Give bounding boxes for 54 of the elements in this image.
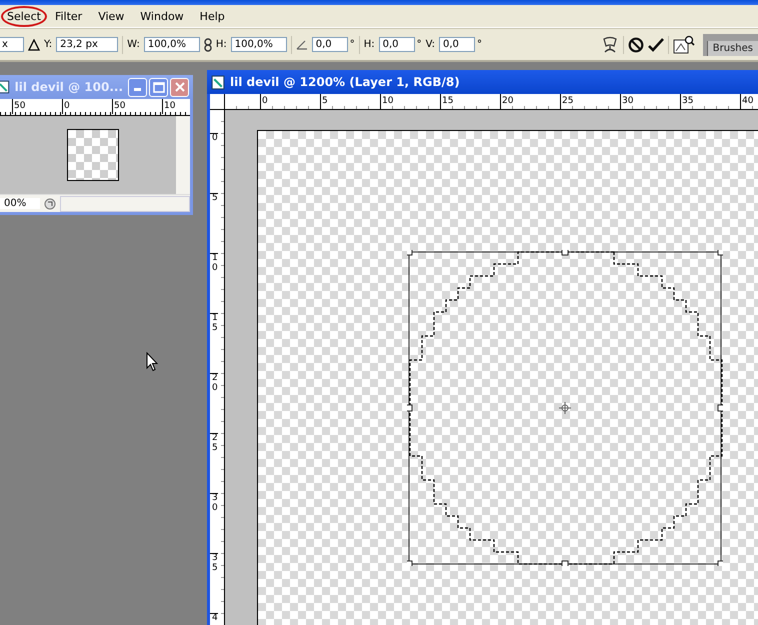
palette-tab[interactable]: Brushes — [706, 40, 758, 56]
document-icon — [0, 80, 10, 94]
close-icon — [174, 82, 184, 92]
ruler-label: 25 — [560, 94, 574, 109]
ruler-label: 15 — [440, 94, 454, 109]
checkmark-icon[interactable] — [648, 38, 664, 52]
y-field[interactable]: 23,2 px — [56, 37, 118, 52]
horizontal-skew-field[interactable]: 0,0 — [378, 37, 415, 52]
ruler-label: 50 — [112, 99, 126, 114]
ruler-label: 35 — [680, 94, 694, 109]
ruler-label: 30 — [620, 94, 634, 109]
width-field[interactable]: 100,0% — [144, 37, 200, 52]
width-label: W: — [127, 39, 140, 50]
menu-item[interactable]: View — [90, 6, 132, 26]
link-icon[interactable] — [204, 38, 212, 52]
angle-icon — [296, 40, 308, 50]
ruler-label: 50 — [12, 99, 26, 114]
y-label: Y: — [44, 39, 52, 50]
status-menu-icon[interactable] — [42, 196, 58, 210]
document-icon — [211, 74, 225, 90]
height-field[interactable]: 100,0% — [230, 37, 287, 52]
degree-symbol: ° — [416, 39, 422, 50]
reference-point-icon[interactable] — [28, 38, 40, 50]
window-title: lil devil @ 100... — [14, 80, 123, 94]
selection-transform-drawing[interactable] — [407, 250, 723, 566]
rotation-field[interactable]: 0,0 — [312, 37, 348, 52]
palette-browser-icon[interactable] — [672, 34, 695, 54]
menu-item[interactable]: Window — [132, 6, 192, 26]
window-title: lil devil @ 1200% (Layer 1, RGB/8) — [230, 75, 460, 89]
x-field[interactable]: x — [0, 37, 24, 52]
horizontal-skew-label: H: — [364, 39, 375, 50]
warp-icon[interactable] — [600, 36, 619, 54]
vertical-skew-label: V: — [426, 39, 436, 50]
vertical-scrollbar[interactable] — [176, 116, 190, 194]
ruler-label: 20 — [500, 94, 514, 109]
canvas-thumbnail — [67, 129, 119, 181]
maximize-icon — [152, 82, 164, 92]
cursor-icon — [146, 352, 158, 372]
cancel-icon[interactable] — [628, 36, 644, 52]
height-label: H: — [216, 39, 227, 50]
ruler-label: 0 — [260, 94, 268, 109]
ruler-origin[interactable] — [210, 94, 225, 110]
degree-symbol: ° — [477, 39, 482, 50]
vertical-skew-field[interactable]: 0,0 — [439, 37, 476, 52]
horizontal-scrollbar[interactable] — [60, 196, 190, 212]
zoom-field[interactable]: 00% — [0, 198, 40, 209]
ruler-label: 10 — [380, 94, 394, 109]
ruler-label: 5 — [320, 94, 328, 109]
menu-item[interactable]: Filter — [46, 6, 90, 26]
menu-item[interactable]: Help — [192, 6, 233, 26]
degree-symbol: ° — [350, 39, 355, 50]
ruler-label: 40 — [740, 94, 754, 109]
ruler-label: 0 — [62, 99, 70, 114]
ruler-label: 10 — [162, 99, 176, 114]
